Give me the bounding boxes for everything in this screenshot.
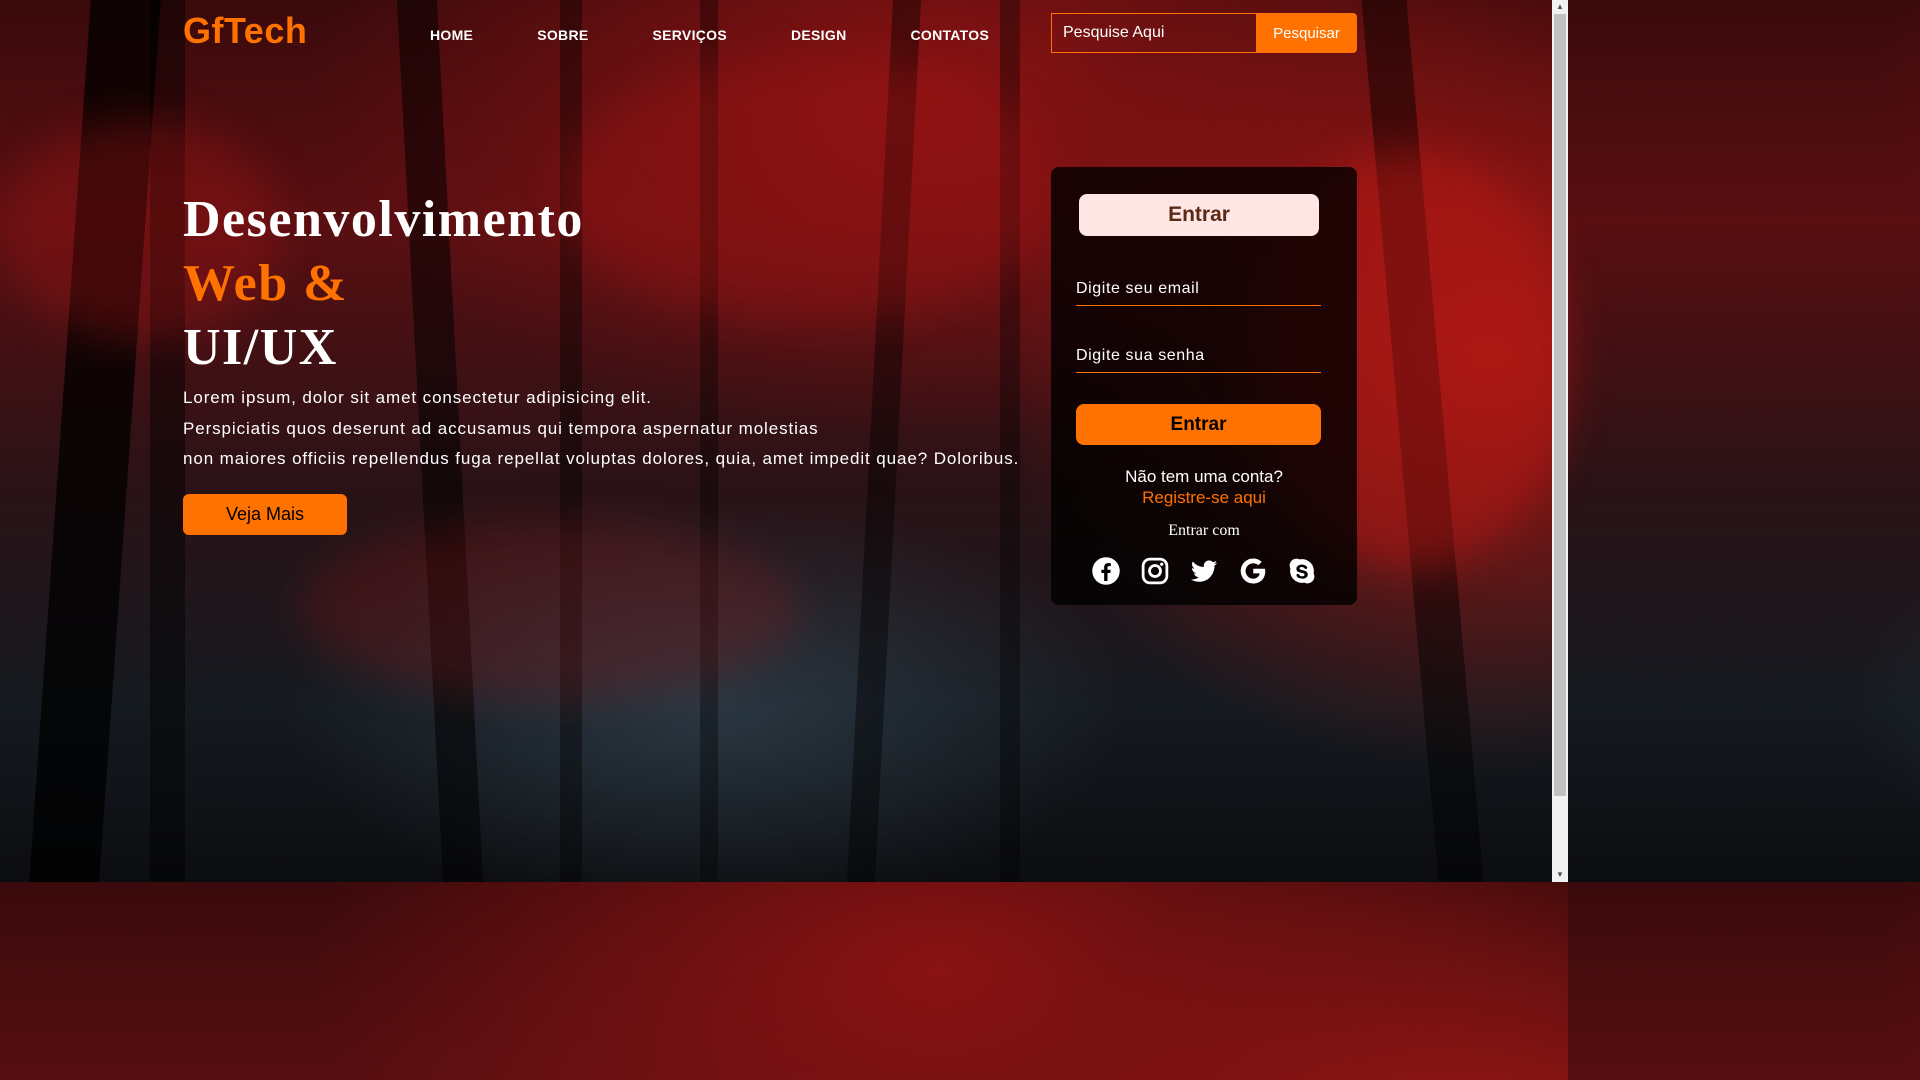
hero-paragraph-line: Lorem ipsum, dolor sit amet consectetur … xyxy=(183,388,652,407)
scroll-down-arrow-icon[interactable]: ▼ xyxy=(1552,868,1568,882)
hero-section: Desenvolvimento Web & UI/UX Lorem ipsum,… xyxy=(183,188,1043,535)
password-field[interactable] xyxy=(1076,333,1321,373)
scroll-up-arrow-icon[interactable]: ▲ xyxy=(1552,0,1568,14)
register-prompt: Não tem uma conta? Registre-se aqui xyxy=(1051,466,1357,508)
logo[interactable]: GfTech xyxy=(183,10,307,52)
register-link[interactable]: Registre-se aqui xyxy=(1051,487,1357,508)
login-title: Entrar xyxy=(1079,194,1319,236)
hero-title-line1: Desenvolvimento xyxy=(183,191,584,248)
top-navbar: GfTech HOME SOBRE SERVIÇOS DESIGN CONTAT… xyxy=(0,0,1552,70)
skype-icon[interactable] xyxy=(1287,556,1317,586)
email-field[interactable] xyxy=(1076,266,1321,306)
login-form: Entrar Entrar Não tem uma conta? Registr… xyxy=(1051,167,1357,605)
hero-title-line3: UI/UX xyxy=(183,319,338,376)
nav-item-contatos[interactable]: CONTATOS xyxy=(910,27,989,43)
nav-item-servicos[interactable]: SERVIÇOS xyxy=(653,27,728,43)
google-icon[interactable] xyxy=(1238,556,1268,586)
instagram-icon[interactable] xyxy=(1140,556,1170,586)
nav-menu: HOME SOBRE SERVIÇOS DESIGN CONTATOS xyxy=(430,27,989,43)
nav-item-sobre[interactable]: SOBRE xyxy=(537,27,588,43)
hero-paragraph: Lorem ipsum, dolor sit amet consectetur … xyxy=(183,383,1043,475)
search-input[interactable] xyxy=(1051,13,1256,53)
page-scrollbar[interactable]: ▲ ▼ xyxy=(1552,0,1568,882)
nav-item-home[interactable]: HOME xyxy=(430,27,473,43)
hero-paragraph-line: Perspiciatis quos deserunt ad accusamus … xyxy=(183,418,819,438)
nav-item-design[interactable]: DESIGN xyxy=(791,27,846,43)
no-account-text: Não tem uma conta? xyxy=(1125,467,1283,486)
social-login-icons xyxy=(1091,556,1317,586)
scrollbar-thumb[interactable] xyxy=(1554,14,1566,796)
hero-paragraph-line: non maiores officiis repellendus fuga re… xyxy=(183,449,1020,468)
hero-title: Desenvolvimento Web & UI/UX xyxy=(183,188,1043,380)
veja-mais-button[interactable]: Veja Mais xyxy=(183,494,347,535)
login-submit-button[interactable]: Entrar xyxy=(1076,404,1321,445)
twitter-icon[interactable] xyxy=(1189,556,1219,586)
login-with-text: Entrar com xyxy=(1168,522,1240,539)
hero-title-line2: Web & xyxy=(183,255,348,312)
search-bar: Pesquisar xyxy=(1051,13,1357,53)
facebook-icon[interactable] xyxy=(1091,556,1121,586)
search-button[interactable]: Pesquisar xyxy=(1256,13,1357,53)
